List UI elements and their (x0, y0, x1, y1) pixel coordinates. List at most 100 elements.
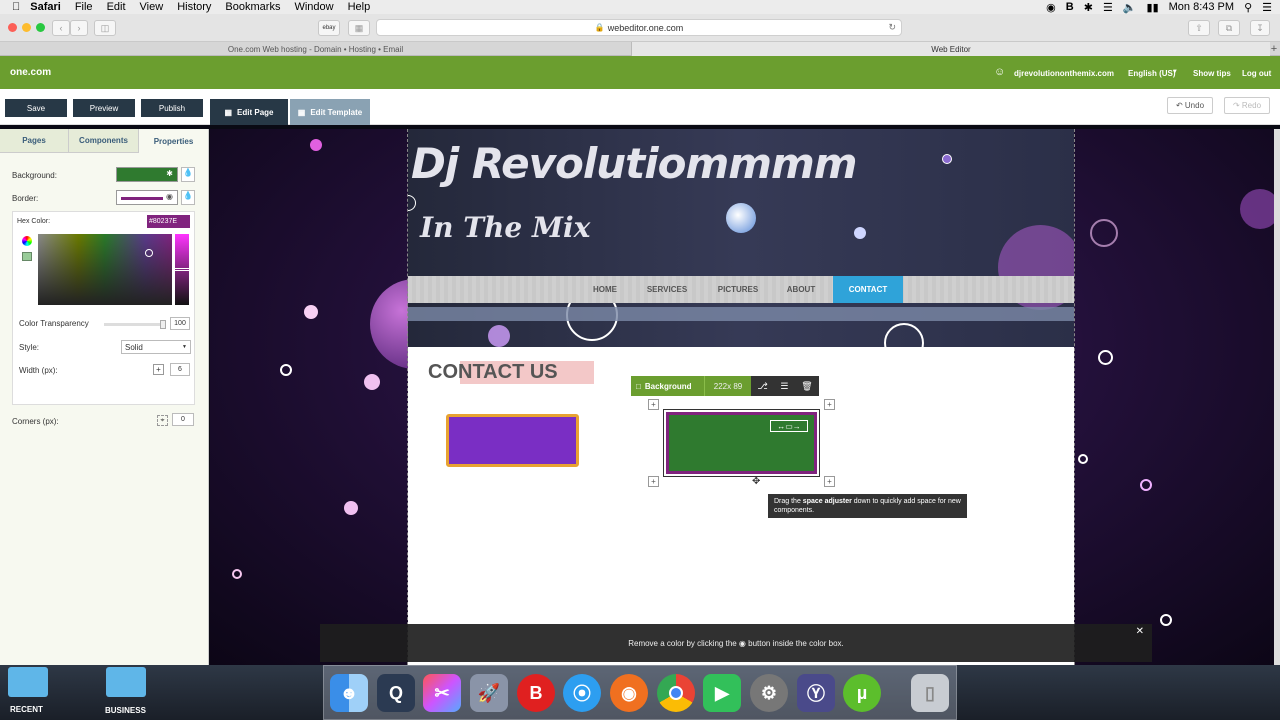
onecom-logo[interactable]: one.com (10, 67, 51, 78)
language-select[interactable]: English (US) (1128, 69, 1176, 78)
menu-bookmarks[interactable]: Bookmarks (225, 1, 280, 13)
tab-pages[interactable]: Pages (0, 129, 69, 153)
folder-business[interactable] (106, 667, 146, 697)
menu-window[interactable]: Window (294, 1, 333, 13)
menu-file[interactable]: File (75, 1, 93, 13)
finder-icon[interactable]: ☻ (330, 674, 368, 712)
space-adjuster-icon[interactable]: ✥ (752, 476, 760, 487)
background-dropper-icon[interactable]: 💧 (181, 167, 195, 182)
corner-move-icon[interactable]: + (648, 476, 659, 487)
corner-move-icon[interactable]: + (648, 399, 659, 410)
background-color-box[interactable]: ✱ (116, 167, 178, 182)
nav-services[interactable]: SERVICES (631, 276, 703, 303)
clock[interactable]: Mon 8:43 PM (1169, 1, 1234, 13)
final-cut-icon[interactable]: ✂ (423, 674, 461, 712)
nav-about[interactable]: ABOUT (773, 276, 829, 303)
record-icon[interactable]: ◉ (1046, 1, 1056, 14)
component-type-label[interactable]: □ Background (631, 376, 704, 396)
menu-history[interactable]: History (177, 1, 211, 13)
corner-move-icon[interactable]: + (824, 399, 835, 410)
remove-border-icon[interactable]: ◉ (166, 192, 173, 201)
spotlight-icon[interactable]: ⚲ (1244, 1, 1252, 14)
volume-icon[interactable]: 🔈 (1123, 1, 1137, 14)
picker-cursor[interactable] (145, 249, 153, 257)
reload-icon[interactable]: ↻ (888, 22, 896, 33)
layers-icon[interactable]: ☰ (780, 381, 788, 392)
hex-color-input[interactable]: #80237E (147, 215, 190, 228)
site-subtitle[interactable]: In The Mix (420, 211, 590, 244)
edit-page-tab[interactable]: ▦ Edit Page (210, 99, 288, 125)
notification-center-icon[interactable]: ☰ (1262, 1, 1272, 14)
color-wheel-icon[interactable] (22, 236, 32, 246)
site-title[interactable]: Dj Revolutiommmm (411, 139, 858, 188)
style-select[interactable]: Solid ▼ (121, 340, 191, 354)
downloads-button[interactable]: ↧ (1250, 20, 1270, 36)
minimize-window-icon[interactable] (22, 23, 31, 32)
extension-button[interactable]: ▦ (348, 20, 370, 36)
width-input[interactable]: 6 (170, 363, 190, 376)
sidebar-icon[interactable]: ◫ (94, 20, 116, 36)
system-preferences-icon[interactable]: ⚙ (750, 674, 788, 712)
hierarchy-icon[interactable]: ⎇ (757, 381, 767, 392)
redo-button[interactable]: ↷ Redo (1224, 97, 1270, 114)
resize-icon[interactable]: ↔▭→ (770, 420, 808, 432)
nav-home[interactable]: HOME (579, 276, 631, 303)
corners-icon[interactable]: ⌖ (157, 415, 168, 426)
close-window-icon[interactable] (8, 23, 17, 32)
app-icon[interactable]: Ⓨ (797, 674, 835, 712)
transparency-input[interactable]: 100 (170, 317, 190, 330)
apple-icon[interactable]:  (12, 1, 20, 13)
quicktime-icon[interactable]: Q (377, 674, 415, 712)
menu-help[interactable]: Help (348, 1, 371, 13)
scrollbar[interactable] (1274, 129, 1280, 665)
bluetooth-icon[interactable]: ✱ (1084, 1, 1093, 14)
facetime-icon[interactable]: ▶ (703, 674, 741, 712)
menu-app[interactable]: Safari (30, 1, 61, 13)
nav-pictures[interactable]: PICTURES (703, 276, 773, 303)
hue-handle[interactable] (174, 268, 190, 271)
border-color-box[interactable]: ◉ (116, 190, 178, 205)
delete-icon[interactable]: 🗑 (801, 381, 812, 392)
chrome-icon[interactable] (657, 674, 695, 712)
brave-icon[interactable]: B (517, 674, 555, 712)
corner-move-icon[interactable]: + (824, 476, 835, 487)
firefox-icon[interactable]: ◉ (610, 674, 648, 712)
zoom-window-icon[interactable] (36, 23, 45, 32)
menu-view[interactable]: View (140, 1, 164, 13)
address-bar[interactable]: 🔒 webeditor.one.com ↻ (376, 19, 902, 36)
width-stepper-icon[interactable]: + (153, 364, 164, 375)
nav-contact[interactable]: CONTACT (833, 276, 903, 303)
purple-box[interactable] (446, 414, 579, 467)
tab-onecom-hosting[interactable]: One.com Web hosting - Domain • Hosting •… (0, 42, 632, 56)
transparency-slider[interactable] (104, 320, 166, 329)
tabs-overview-button[interactable]: ⧉ (1218, 20, 1240, 36)
undo-button[interactable]: ↶ Undo (1167, 97, 1213, 114)
menu-edit[interactable]: Edit (107, 1, 126, 13)
contact-heading[interactable]: CONTACT US (428, 361, 558, 384)
save-button[interactable]: Save (5, 99, 67, 117)
publish-button[interactable]: Publish (141, 99, 203, 117)
back-button[interactable]: ‹ (52, 20, 70, 36)
bookmark-ebay[interactable]: ebay (318, 20, 340, 36)
border-dropper-icon[interactable]: 💧 (181, 190, 195, 205)
tab-properties[interactable]: Properties (139, 129, 209, 153)
new-tab-button[interactable]: + (1268, 42, 1280, 56)
battery-icon[interactable]: ▮▮ (1147, 1, 1159, 14)
corners-input[interactable]: 0 (172, 413, 194, 426)
hue-slider[interactable] (174, 234, 190, 305)
forward-button[interactable]: › (70, 20, 88, 36)
user-account[interactable]: djrevolutiononthemix.com (1014, 69, 1114, 78)
transparency-handle[interactable] (160, 320, 166, 329)
tab-web-editor[interactable]: Web Editor (632, 42, 1270, 56)
image-color-icon[interactable] (22, 252, 32, 261)
wifi-icon[interactable]: ☰ (1103, 1, 1113, 14)
extension-icon[interactable]: B (1066, 1, 1074, 13)
show-tips-link[interactable]: Show tips (1193, 69, 1231, 78)
tab-components[interactable]: Components (69, 129, 139, 153)
close-icon[interactable]: ✕ (1136, 626, 1144, 637)
safari-icon[interactable]: ⦿ (563, 674, 601, 712)
utorrent-icon[interactable]: µ (843, 674, 881, 712)
edit-template-tab[interactable]: ▦ Edit Template (290, 99, 370, 125)
remove-color-icon[interactable]: ✱ (166, 169, 173, 178)
logout-link[interactable]: Log out (1242, 69, 1271, 78)
